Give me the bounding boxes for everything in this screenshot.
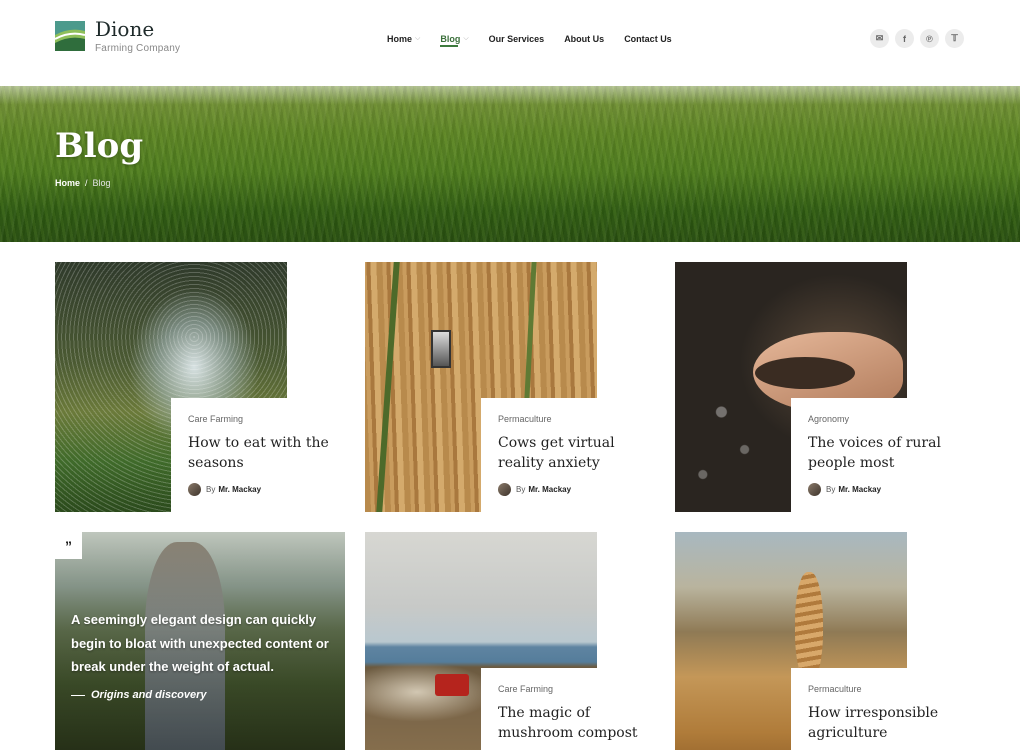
post-meta-box: Permaculture How irresponsible agricultu…: [791, 668, 965, 750]
avatar: [188, 483, 201, 496]
nav-about-label: About Us: [564, 34, 605, 44]
post-category[interactable]: Permaculture: [808, 684, 965, 694]
post-author: By Mr. Mackay: [498, 483, 655, 496]
post-card[interactable]: Care Farming How to eat with the seasons…: [55, 262, 345, 512]
quote-card[interactable]: ” A seemingly elegant design can quickly…: [55, 532, 345, 750]
breadcrumb-home[interactable]: Home: [55, 178, 80, 188]
chevron-down-icon: ⌵: [463, 35, 469, 42]
post-title[interactable]: Cows get virtual reality anxiety: [498, 433, 648, 473]
post-card[interactable]: Permaculture How irresponsible agricultu…: [675, 532, 965, 750]
nav-services-label: Our Services: [488, 34, 545, 44]
hero-grass-overlay: [0, 86, 1020, 242]
crop-strip: [376, 262, 400, 512]
nav-contact[interactable]: Contact Us: [624, 33, 672, 45]
tractor: [435, 674, 469, 696]
post-title[interactable]: The magic of mushroom compost: [498, 703, 648, 743]
quote-dash: [71, 694, 85, 696]
post-category[interactable]: Care Farming: [498, 684, 655, 694]
social-links: ✉ f ℗ 𝕋: [870, 29, 964, 48]
author-name[interactable]: Mr. Mackay: [218, 485, 261, 494]
author-by: By: [206, 485, 216, 494]
post-author: By Mr. Mackay: [188, 483, 345, 496]
soil: [755, 357, 855, 389]
post-card[interactable]: Permaculture Cows get virtual reality an…: [365, 262, 655, 512]
post-meta-box: Care Farming How to eat with the seasons…: [171, 398, 345, 512]
nav-blog[interactable]: Blog ⌵: [440, 33, 469, 47]
hero-banner: Blog Home / Blog: [0, 86, 1020, 242]
quote-icon: ”: [55, 532, 82, 559]
breadcrumb-current: Blog: [92, 178, 111, 188]
harvester: [431, 330, 451, 368]
logo-icon: [55, 21, 85, 51]
dust-cloud: [365, 662, 495, 722]
post-card[interactable]: Care Farming The magic of mushroom compo…: [365, 532, 655, 750]
page-title: Blog: [55, 126, 144, 166]
author-by: By: [826, 485, 836, 494]
post-meta-box: Agronomy The voices of rural people most…: [791, 398, 965, 512]
pinterest-icon[interactable]: ℗: [920, 29, 939, 48]
nav-home[interactable]: Home ⌵: [387, 33, 420, 45]
post-category[interactable]: Agronomy: [808, 414, 965, 424]
wheat-ear: [795, 572, 823, 682]
nav-about[interactable]: About Us: [564, 33, 604, 45]
quote-text: A seemingly elegant design can quickly b…: [71, 612, 329, 674]
nav-blog-label: Blog: [440, 34, 461, 44]
author-by: By: [516, 485, 526, 494]
post-title[interactable]: The voices of rural people most: [808, 433, 958, 473]
author-name[interactable]: Mr. Mackay: [528, 485, 571, 494]
post-title[interactable]: How irresponsible agriculture: [808, 703, 958, 743]
nav-contact-label: Contact Us: [624, 34, 672, 44]
post-card[interactable]: Agronomy The voices of rural people most…: [675, 262, 965, 512]
site-header: Dione Farming Company Home ⌵ Blog ⌵ Our …: [0, 0, 1020, 86]
main-nav: Home ⌵ Blog ⌵ Our Services About Us Cont…: [387, 33, 692, 47]
logo[interactable]: Dione Farming Company: [55, 18, 180, 54]
post-title[interactable]: How to eat with the seasons: [188, 433, 338, 473]
chevron-down-icon: ⌵: [415, 35, 421, 42]
author-name[interactable]: Mr. Mackay: [838, 485, 881, 494]
post-category[interactable]: Care Farming: [188, 414, 345, 424]
post-author: By Mr. Mackay: [808, 483, 965, 496]
breadcrumb: Home / Blog: [55, 178, 111, 188]
nav-services[interactable]: Our Services: [489, 33, 545, 45]
breadcrumb-separator: /: [85, 178, 88, 188]
avatar: [808, 483, 821, 496]
twitter-icon[interactable]: 𝕋: [945, 29, 964, 48]
mail-icon[interactable]: ✉: [870, 29, 889, 48]
post-meta-box: Care Farming The magic of mushroom compo…: [481, 668, 655, 750]
post-meta-box: Permaculture Cows get virtual reality an…: [481, 398, 655, 512]
facebook-icon[interactable]: f: [895, 29, 914, 48]
brand-tagline: Farming Company: [95, 43, 181, 54]
post-category[interactable]: Permaculture: [498, 414, 655, 424]
quote-source: Origins and discovery: [71, 689, 207, 701]
avatar: [498, 483, 511, 496]
brand-name: Dione: [95, 17, 155, 41]
quote-source-label[interactable]: Origins and discovery: [91, 689, 207, 701]
nav-home-label: Home: [387, 34, 413, 44]
